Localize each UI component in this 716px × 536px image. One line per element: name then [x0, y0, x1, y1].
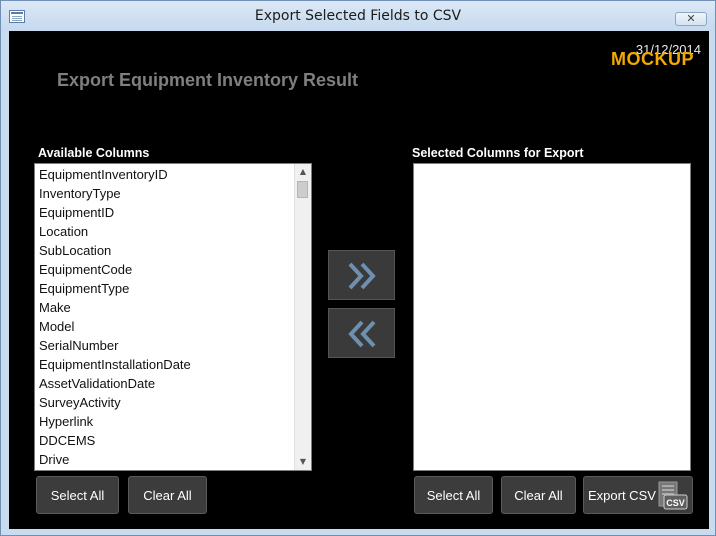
- double-chevron-right-icon: [348, 262, 376, 290]
- selected-columns-label: Selected Columns for Export: [412, 146, 584, 160]
- list-item[interactable]: InventoryType: [35, 184, 294, 203]
- export-csv-button[interactable]: Export CSV CSV: [583, 476, 693, 514]
- csv-file-icon: CSV: [658, 481, 688, 510]
- list-item[interactable]: EquipmentType: [35, 279, 294, 298]
- clear-all-available-button[interactable]: Clear All: [128, 476, 207, 514]
- list-item[interactable]: Location: [35, 222, 294, 241]
- list-item[interactable]: EquipmentInventoryID: [35, 165, 294, 184]
- list-item[interactable]: SerialNumber: [35, 336, 294, 355]
- select-all-label: Select All: [426, 488, 481, 503]
- window-title: Export Selected Fields to CSV: [254, 8, 462, 24]
- list-item[interactable]: EquipmentInstallationDate: [35, 355, 294, 374]
- title-bar[interactable]: Export Selected Fields to CSV ✕: [1, 1, 715, 31]
- list-item[interactable]: AssetValidationDate: [35, 374, 294, 393]
- list-item[interactable]: Hyperlink: [35, 412, 294, 431]
- move-right-button[interactable]: [328, 250, 395, 300]
- page-title: Export Equipment Inventory Result: [57, 70, 359, 90]
- csv-icon-text: CSV: [666, 498, 685, 508]
- select-all-available-button[interactable]: Select All: [36, 476, 119, 514]
- move-left-button[interactable]: [328, 308, 395, 358]
- select-all-selected-button[interactable]: Select All: [414, 476, 493, 514]
- available-items-container: EquipmentInventoryID InventoryType Equipme…: [35, 165, 294, 469]
- list-item[interactable]: SubLocation: [35, 241, 294, 260]
- clear-all-selected-button[interactable]: Clear All: [501, 476, 576, 514]
- list-item[interactable]: EquipmentID: [35, 203, 294, 222]
- double-chevron-left-icon: [348, 320, 376, 348]
- mockup-watermark: MOCKUP: [611, 49, 694, 69]
- selected-columns-list[interactable]: [413, 163, 691, 471]
- scroll-thumb[interactable]: [297, 181, 308, 198]
- clear-all-label: Clear All: [514, 488, 563, 503]
- scroll-down-icon[interactable]: ▼: [295, 454, 311, 470]
- list-item[interactable]: Make: [35, 298, 294, 317]
- list-item[interactable]: SurveyActivity: [35, 393, 294, 412]
- export-csv-label: Export CSV: [588, 488, 656, 503]
- list-item[interactable]: Drive: [35, 450, 294, 469]
- close-button[interactable]: ✕: [675, 12, 707, 26]
- clear-all-label: Clear All: [143, 488, 192, 503]
- scroll-up-icon[interactable]: ▲: [295, 164, 311, 180]
- select-all-label: Select All: [50, 488, 105, 503]
- available-columns-list[interactable]: EquipmentInventoryID InventoryType Equipme…: [34, 163, 312, 471]
- list-item[interactable]: DDCEMS: [35, 431, 294, 450]
- available-scrollbar[interactable]: ▲ ▼: [294, 164, 311, 470]
- list-item[interactable]: Model: [35, 317, 294, 336]
- form-body: 31/12/2014 MOCKUP Export Equipment Inven…: [9, 31, 709, 529]
- list-item[interactable]: EquipmentCode: [35, 260, 294, 279]
- available-columns-label: Available Columns: [38, 146, 150, 160]
- app-window: Export Selected Fields to CSV ✕ 31/12/20…: [0, 0, 716, 536]
